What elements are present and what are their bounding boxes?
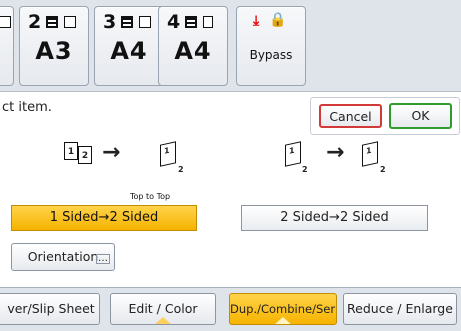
down-arrow-icon: ⤓ xyxy=(253,13,260,29)
tab-indicator-icon xyxy=(154,317,172,324)
paper-stack-icon xyxy=(121,16,133,28)
paper-stack-icon xyxy=(46,16,58,28)
bypass-label: Bypass xyxy=(249,48,293,62)
original-sheet-1: 1 xyxy=(64,142,78,160)
paper-size: A3 xyxy=(35,37,73,65)
paper-size: A4 xyxy=(110,37,148,65)
page-2-label: 2 xyxy=(178,165,184,174)
orientation-button[interactable]: Orientation … xyxy=(11,243,115,271)
tray-number: 4 xyxy=(167,11,181,33)
ok-button[interactable]: OK xyxy=(389,103,452,129)
paper-orientation-icon xyxy=(64,16,76,28)
duplex-sheet-icon: 1 xyxy=(160,141,176,167)
paper-tray-bar: 2 A3 3 A4 4 A4 ⤓ 🔒 Bypass xyxy=(0,0,461,92)
tray-3-button[interactable]: 3 A4 xyxy=(94,6,164,86)
paper-icon xyxy=(0,16,11,28)
cancel-button[interactable]: Cancel xyxy=(319,104,382,128)
paper-orientation-icon xyxy=(139,16,151,28)
two-sided-to-two-sided-button[interactable]: 2 Sided→2 Sided xyxy=(241,205,428,231)
instruction-text: ct item. xyxy=(2,100,52,115)
paper-stack-icon xyxy=(185,16,197,28)
tray-4-button[interactable]: 4 A4 xyxy=(158,6,228,86)
tab-reduce-enlarge[interactable]: Reduce / Enlarge xyxy=(343,293,457,325)
bypass-tray-button[interactable]: ⤓ 🔒 Bypass xyxy=(236,6,306,86)
tray-number: 2 xyxy=(28,11,42,33)
paper-size: A4 xyxy=(174,37,212,65)
tab-edit-color[interactable]: Edit / Color xyxy=(110,293,216,325)
lock-icon: 🔒 xyxy=(269,12,287,28)
top-to-top-label: Top to Top xyxy=(130,192,171,201)
page-2-label: 2 xyxy=(380,165,386,174)
tab-indicator-icon xyxy=(274,317,292,324)
page-2-label: 2 xyxy=(302,165,308,174)
duplex-sheet-icon: 1 xyxy=(362,141,378,167)
original-sheet-2: 2 xyxy=(78,146,92,164)
orientation-label: Orientation xyxy=(27,249,99,264)
paper-orientation-icon xyxy=(203,16,213,28)
tab-dup-combine-series[interactable]: Dup./Combine/Series xyxy=(229,293,337,325)
right-arrow-icon: → xyxy=(102,140,121,165)
tray-1-button[interactable] xyxy=(0,6,14,86)
duplex-sheet-icon: 1 xyxy=(285,141,301,167)
tab-cover-slip-sheet[interactable]: ver/Slip Sheet xyxy=(0,293,100,325)
more-icon: … xyxy=(96,253,110,264)
one-sided-to-two-sided-button[interactable]: 1 Sided→2 Sided xyxy=(11,205,197,231)
right-arrow-icon: → xyxy=(326,140,345,165)
tray-number: 3 xyxy=(103,11,117,33)
tray-2-button[interactable]: 2 A3 xyxy=(19,6,89,86)
function-tabs: ver/Slip Sheet Edit / Color Dup./Combine… xyxy=(0,287,461,331)
